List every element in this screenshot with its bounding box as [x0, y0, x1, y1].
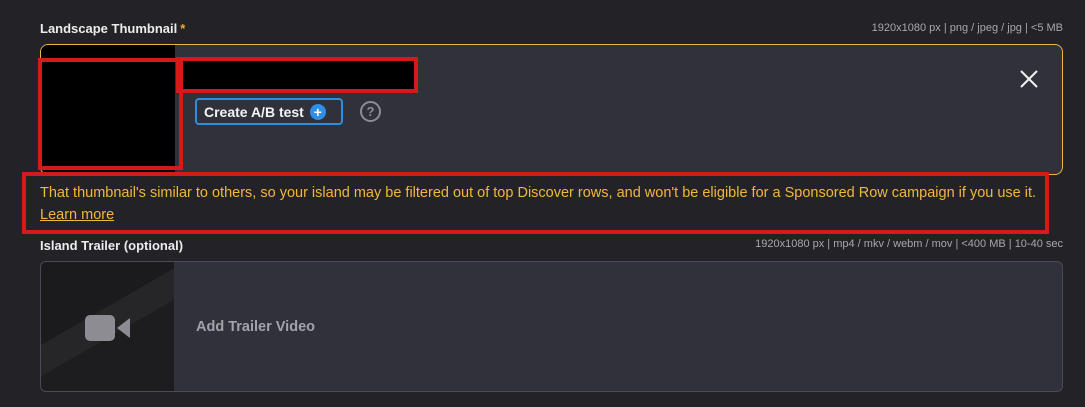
- learn-more-link[interactable]: Learn more: [40, 207, 114, 223]
- required-mark: *: [180, 21, 186, 36]
- ab-test-label: Create A/B test: [204, 103, 304, 120]
- trailer-placeholder: [41, 262, 174, 391]
- add-trailer-label: Add Trailer Video: [196, 319, 315, 335]
- similarity-warning: That thumbnail's similar to others, so y…: [40, 182, 1040, 226]
- thumbnail-label-text: Landscape Thumbnail: [40, 21, 178, 36]
- video-camera-icon: [85, 315, 130, 341]
- create-ab-test-button[interactable]: Create A/B test +: [195, 98, 343, 125]
- thumbnail-section-label: Landscape Thumbnail *: [40, 21, 185, 36]
- thumbnail-preview: [41, 45, 175, 174]
- thumbnail-spec: 1920x1080 px | png / jpeg / jpg | <5 MB: [871, 22, 1063, 34]
- plus-icon: +: [309, 103, 326, 120]
- thumbnail-name-redacted: [180, 60, 416, 90]
- trailer-upload-card[interactable]: Add Trailer Video: [40, 261, 1063, 392]
- help-icon[interactable]: ?: [360, 101, 381, 122]
- close-icon[interactable]: [1018, 68, 1040, 90]
- trailer-spec: 1920x1080 px | mp4 / mkv / webm / mov | …: [755, 238, 1063, 250]
- warning-text: That thumbnail's similar to others, so y…: [40, 185, 1037, 201]
- trailer-section-label: Island Trailer (optional): [40, 238, 184, 253]
